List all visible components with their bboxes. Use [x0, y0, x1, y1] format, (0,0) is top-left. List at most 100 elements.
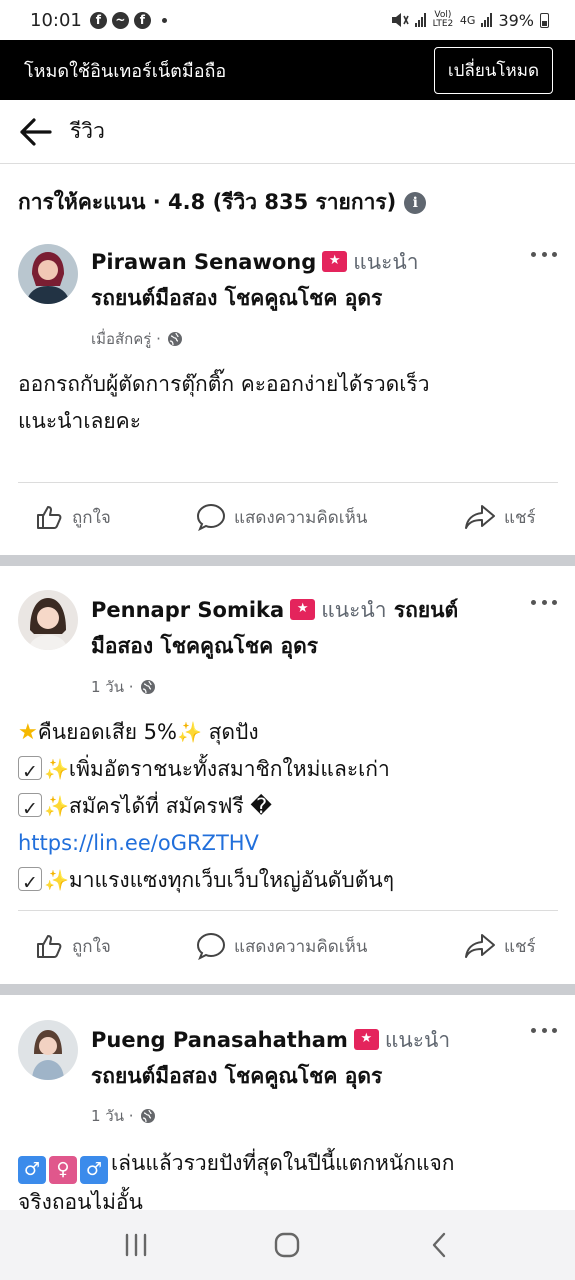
share-button[interactable]: แชร์: [464, 926, 536, 966]
like-button[interactable]: ถูกใจ: [36, 926, 111, 966]
link-text[interactable]: https://lin.ee/oGRZTHV: [18, 831, 259, 855]
network-type: 4G: [459, 13, 476, 27]
review-time[interactable]: เมื่อสักครู่ ·: [91, 327, 161, 351]
female-sign-icon: ♀: [49, 1156, 77, 1184]
comment-icon: [196, 932, 226, 960]
more-options-icon[interactable]: [531, 600, 557, 608]
recommend-icon: [322, 251, 348, 272]
like-icon: [37, 506, 62, 529]
male-sign-icon: ♂: [18, 1156, 46, 1184]
review-line: ★คืนยอดเสีย 5%✨ สุดปัง: [18, 714, 558, 751]
battery-percent: 39%: [498, 10, 534, 30]
recommend-label: แนะนำ: [353, 250, 419, 274]
page-name[interactable]: รถยนต์มือสอง โชคคูณโชค อุดร: [91, 286, 382, 310]
avatar[interactable]: [18, 590, 78, 650]
review-time[interactable]: 1 วัน ·: [91, 1104, 134, 1128]
page-name-continued[interactable]: มือสอง โชคคูณโชค อุดร: [91, 634, 318, 658]
share-label: แชร์: [504, 507, 536, 528]
rating-summary: การให้คะแนน · 4.8 (รีวิว 835 รายการ) i: [18, 186, 427, 219]
star-icon: ★: [18, 720, 38, 745]
review-meta: เมื่อสักครู่ ·: [91, 327, 183, 351]
review-card: Pennapr Somika แนะนำ รถยนต์ มือสอง โชคคูณ…: [0, 566, 575, 984]
recommend-label: แนะนำ: [321, 598, 387, 622]
notification-icons: f ~ f: [89, 11, 167, 29]
review-header: Pirawan Senawong แนะนำ รถยนต์มือสอง โชคคู…: [91, 244, 511, 316]
male-sign-icon: ♂: [80, 1156, 108, 1184]
back-arrow-icon[interactable]: [18, 115, 52, 149]
like-label: ถูกใจ: [72, 507, 111, 528]
data-mode-banner: โหมดใช้อินเทอร์เน็ตมือถือ เปลี่ยนโหมด: [0, 40, 575, 100]
review-line: แนะนำเลยคะ: [18, 409, 141, 433]
signal-bars-icon: [414, 13, 426, 27]
review-text: ออกรถกับผู้ตัดการตุ๊กติ๊ก คะออกง่ายได้รว…: [18, 366, 558, 440]
sparkle-icon: ✨: [176, 720, 202, 744]
status-bar: 10:01 f ~ f Vol) LTE2 4G 39%: [0, 0, 575, 40]
review-line-text: เล่นแล้วรวยปังที่สุดในปีนี้แตกหนักแจก: [111, 1151, 455, 1175]
page-name[interactable]: รถยนต์: [394, 598, 458, 622]
review-line-text: สุดปัง: [208, 720, 259, 744]
mute-icon: [391, 13, 409, 27]
review-line-text: เพิ่มอัตราชนะทั้งสมาชิกใหม่และเก่า: [68, 757, 390, 781]
divider: [18, 482, 558, 483]
divider: [18, 910, 558, 911]
volte-label: Vol) LTE2: [432, 10, 454, 29]
section-separator: [0, 555, 575, 566]
section-separator: [0, 984, 575, 995]
page-name[interactable]: รถยนต์มือสอง โชคคูณโชค อุดร: [91, 1064, 382, 1088]
review-line: ✨เพิ่มอัตราชนะทั้งสมาชิกใหม่และเก่า: [18, 751, 558, 791]
comment-button[interactable]: แสดงความคิดเห็น: [196, 497, 367, 537]
more-notifications-icon: [161, 17, 167, 23]
review-link[interactable]: https://lin.ee/oGRZTHV: [18, 825, 558, 862]
share-icon: [465, 505, 495, 529]
globe-icon: [167, 332, 182, 346]
like-label: ถูกใจ: [72, 936, 111, 957]
review-header: Pennapr Somika แนะนำ รถยนต์ มือสอง โชคคูณ…: [91, 592, 511, 664]
review-card: Pirawan Senawong แนะนำ รถยนต์มือสอง โชคคู…: [0, 232, 575, 554]
facebook-notification-icon: f: [89, 11, 107, 29]
review-line-text: มาแรงแซงทุกเว็บเว็บใหญ่อันดับต้นๆ: [68, 868, 395, 892]
comment-icon: [196, 503, 226, 531]
home-icon[interactable]: [267, 1225, 307, 1265]
review-line: ✨มาแรงแซงทุกเว็บเว็บใหญ่อันดับต้นๆ: [18, 862, 558, 902]
more-options-icon[interactable]: [531, 252, 557, 260]
recent-apps-icon[interactable]: [116, 1225, 156, 1265]
review-time[interactable]: 1 วัน ·: [91, 675, 134, 699]
review-line: ออกรถกับผู้ตัดการตุ๊กติ๊ก คะออกง่ายได้รว…: [18, 372, 430, 396]
reviewer-name[interactable]: Pennapr Somika: [91, 598, 284, 622]
facebook-notification-icon-2: f: [133, 11, 151, 29]
more-options-icon[interactable]: [531, 1028, 557, 1036]
messenger-notification-icon: ~: [111, 11, 129, 29]
recommend-icon: [290, 599, 316, 620]
review-line-text: สมัครได้ที่ สมัครฟรี �: [68, 794, 272, 818]
comment-label: แสดงความคิดเห็น: [234, 936, 368, 957]
recommend-icon: [353, 1029, 379, 1050]
comment-label: แสดงความคิดเห็น: [234, 507, 368, 528]
review-header: Pueng Panasahatham แนะนำ รถยนต์มือสอง โชค…: [91, 1022, 511, 1094]
page-title: รีวิว: [70, 119, 105, 143]
switch-mode-button[interactable]: เปลี่ยนโหมด: [433, 46, 553, 94]
review-meta: 1 วัน ·: [91, 675, 156, 699]
share-label: แชร์: [504, 936, 536, 957]
avatar[interactable]: [18, 1020, 78, 1080]
like-button[interactable]: ถูกใจ: [36, 497, 111, 537]
share-button[interactable]: แชร์: [464, 497, 536, 537]
page-header: รีวิว: [0, 100, 575, 164]
review-line: จริงถอนไม่อั้น: [18, 1190, 143, 1210]
info-icon[interactable]: i: [404, 191, 427, 214]
action-bar: ถูกใจ แสดงความคิดเห็น แชร์: [0, 926, 575, 966]
review-text: ♂ ♀ ♂ เล่นแล้วรวยปังที่สุดในปีนี้แตกหนักแจก…: [18, 1145, 558, 1210]
share-icon: [465, 934, 495, 958]
sparkle-icon: ✨: [44, 868, 69, 892]
reviewer-name[interactable]: Pirawan Senawong: [91, 250, 316, 274]
sparkle-icon: ✨: [44, 757, 69, 781]
back-nav-icon[interactable]: [419, 1225, 459, 1265]
like-icon: [37, 935, 62, 958]
review-text: ★คืนยอดเสีย 5%✨ สุดปัง ✨เพิ่มอัตราชนะทั้…: [18, 714, 558, 902]
comment-button[interactable]: แสดงความคิดเห็น: [196, 926, 367, 966]
avatar[interactable]: [18, 244, 78, 304]
globe-icon: [140, 680, 155, 694]
review-meta: 1 วัน ·: [91, 1104, 156, 1128]
review-line: ✨สมัครได้ที่ สมัครฟรี �: [18, 788, 558, 828]
reviewer-name[interactable]: Pueng Panasahatham: [91, 1028, 348, 1052]
recommend-label: แนะนำ: [384, 1028, 451, 1052]
